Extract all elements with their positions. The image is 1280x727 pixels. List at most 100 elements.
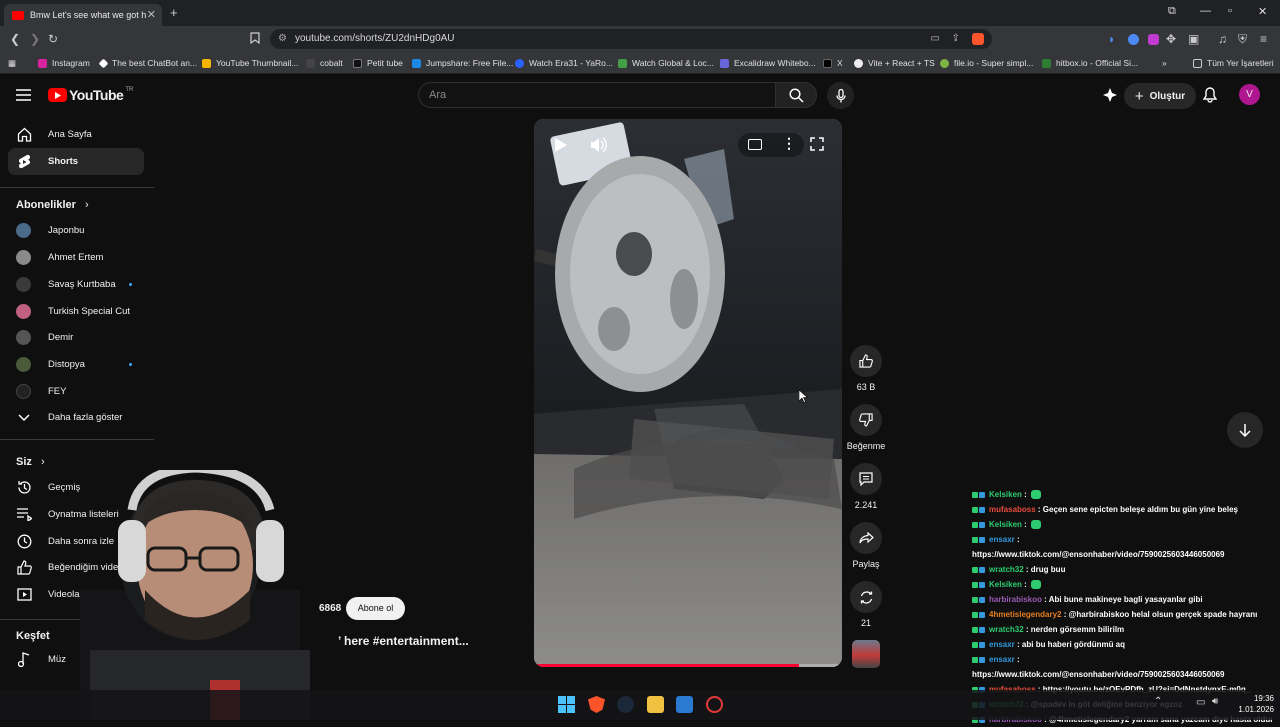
- chat-username[interactable]: Kelsiken: [989, 490, 1022, 499]
- extension-2-icon[interactable]: [1148, 34, 1159, 45]
- bookmark-item[interactable]: file.io - Super simpl...: [940, 58, 1033, 68]
- extensions-puzzle-icon[interactable]: ✥: [1166, 32, 1176, 46]
- more-bookmarks-icon[interactable]: »: [1162, 58, 1167, 68]
- back-button[interactable]: ❮: [10, 32, 20, 46]
- translate-icon[interactable]: ◗: [1108, 32, 1115, 46]
- brave-shield-icon[interactable]: [972, 33, 984, 45]
- extension-1-icon[interactable]: [1128, 34, 1139, 45]
- sidebar-item-japonbu[interactable]: Japonbu: [8, 217, 144, 244]
- share-button[interactable]: [850, 522, 882, 554]
- captions-button[interactable]: ⋮: [738, 133, 804, 157]
- all-bookmarks[interactable]: Tüm Yer İşaretleri: [1193, 58, 1274, 68]
- bookmark-icon[interactable]: [250, 32, 260, 47]
- sidebar-item-demir[interactable]: Demir: [8, 324, 144, 351]
- comments-button[interactable]: [850, 463, 882, 495]
- media-icon[interactable]: ♫: [1218, 32, 1227, 46]
- close-tab-icon[interactable]: ✕: [147, 8, 156, 21]
- create-label: Oluştur: [1149, 90, 1186, 102]
- sidebar-item-label: Ana Sayfa: [48, 129, 92, 140]
- vpn-shield-icon[interactable]: ⛨: [1238, 32, 1247, 47]
- file-explorer-icon[interactable]: [647, 696, 664, 713]
- bookmark-item[interactable]: hitbox.io - Official Si...: [1042, 58, 1138, 68]
- dislike-button[interactable]: [850, 404, 882, 436]
- bookmark-item[interactable]: Vite + React + TS: [854, 58, 935, 68]
- bookmark-item[interactable]: cobalt: [306, 58, 343, 68]
- menu-icon[interactable]: [16, 88, 31, 106]
- youtube-logo[interactable]: YouTube TR: [48, 87, 133, 103]
- chat-username[interactable]: Kelsiken: [989, 580, 1022, 589]
- sidebar-item-distopya[interactable]: Distopya: [8, 351, 144, 378]
- volume-button[interactable]: [590, 137, 607, 158]
- play-button[interactable]: [554, 137, 568, 158]
- extensions-icon[interactable]: ⧉: [1168, 5, 1176, 18]
- fullscreen-button[interactable]: [810, 137, 824, 156]
- remix-button[interactable]: [850, 581, 882, 613]
- progress-bar-track[interactable]: [534, 664, 842, 667]
- chat-username[interactable]: wratch32: [989, 625, 1024, 634]
- voice-search-button[interactable]: [827, 82, 854, 109]
- bookmark-item[interactable]: The best ChatBot an...: [98, 58, 197, 68]
- home-icon: [16, 127, 32, 143]
- chat-username[interactable]: harbirabiskoo: [989, 595, 1042, 604]
- minimize-button[interactable]: —: [1200, 5, 1211, 17]
- chat-username[interactable]: ensaxr: [989, 640, 1015, 649]
- menu-icon[interactable]: ≡: [1260, 32, 1267, 46]
- store-icon[interactable]: [676, 696, 693, 713]
- bookmark-item[interactable]: Watch Global & Loc...: [618, 58, 714, 68]
- search-input[interactable]: Ara: [418, 82, 776, 108]
- brave-icon[interactable]: [588, 696, 605, 713]
- next-short-button[interactable]: [1227, 412, 1263, 448]
- sidebar-item-savas-kurtbaba[interactable]: Savaş Kurtbaba: [8, 271, 144, 298]
- short-video-player[interactable]: ⋮: [534, 119, 842, 667]
- sidebar-icon[interactable]: ▣: [1188, 32, 1199, 46]
- notifications-icon[interactable]: [1202, 87, 1218, 108]
- bookmark-item[interactable]: Watch Era31 - YaRo...: [515, 58, 613, 68]
- new-tab-button[interactable]: +: [170, 5, 178, 20]
- subscriptions-heading[interactable]: Abonelikler ›: [16, 199, 89, 211]
- apps-icon[interactable]: ▦: [8, 58, 16, 69]
- chat-username[interactable]: ensaxr: [989, 535, 1015, 544]
- like-button[interactable]: [850, 345, 882, 377]
- tray-chevron-icon[interactable]: ⌃: [1154, 696, 1162, 707]
- reload-button[interactable]: ↻: [48, 32, 58, 46]
- windows-start-icon[interactable]: [558, 696, 575, 713]
- browser-tab[interactable]: Bmw Let's see what we got h ✕: [4, 4, 162, 26]
- search-button[interactable]: [775, 82, 817, 108]
- cast-icon[interactable]: ▭: [931, 29, 940, 49]
- address-bar[interactable]: ⚙ youtube.com/shorts/ZU2dnHDg0AU ▭ ⇪: [270, 29, 992, 49]
- forward-button[interactable]: ❯: [30, 32, 40, 46]
- bookmark-item[interactable]: Instagram: [38, 58, 90, 68]
- chat-username[interactable]: 4hmetislegendary2: [989, 610, 1061, 619]
- chat-username[interactable]: mufasaboss: [989, 505, 1036, 514]
- bookmark-item[interactable]: Jumpshare: Free File...: [412, 58, 513, 68]
- bookmark-item[interactable]: Excalidraw Whitebo...: [720, 58, 816, 68]
- create-button[interactable]: + Oluştur: [1124, 83, 1196, 109]
- channel-avatar: [16, 250, 31, 265]
- show-more-button[interactable]: Daha fazla göster: [8, 404, 144, 431]
- speaker-icon[interactable]: 🔊︎: [1212, 696, 1218, 707]
- avatar[interactable]: V: [1239, 84, 1260, 105]
- close-window-button[interactable]: ✕: [1258, 5, 1267, 18]
- sidebar-item-turkish-special-cut[interactable]: Turkish Special Cut: [8, 298, 144, 325]
- chat-username[interactable]: ensaxr: [989, 655, 1015, 664]
- bookmark-item[interactable]: X: [823, 58, 843, 68]
- bookmark-item[interactable]: YouTube Thumbnail...: [202, 58, 298, 68]
- chat-username[interactable]: wratch32: [989, 565, 1024, 574]
- you-heading[interactable]: Siz ›: [16, 456, 45, 468]
- audio-thumbnail[interactable]: [852, 640, 880, 668]
- gemini-icon[interactable]: [1102, 87, 1118, 108]
- obs-icon[interactable]: [706, 696, 723, 713]
- sidebar-item-home[interactable]: Ana Sayfa: [8, 121, 144, 148]
- chat-username[interactable]: Kelsiken: [989, 520, 1022, 529]
- sidebar-item-fey[interactable]: FEY: [8, 378, 144, 405]
- site-info-icon[interactable]: ⚙: [278, 29, 287, 49]
- divider: [0, 187, 154, 188]
- more-options-icon[interactable]: ⋮: [782, 135, 796, 152]
- sidebar-item-ahmet-ertem[interactable]: Ahmet Ertem: [8, 244, 144, 271]
- sidebar-item-shorts[interactable]: Shorts: [8, 148, 144, 175]
- share-icon[interactable]: ⇪: [952, 29, 960, 49]
- steam-icon[interactable]: [617, 696, 634, 713]
- bookmark-item[interactable]: Petit tube: [353, 58, 403, 68]
- maximize-button[interactable]: ▫: [1228, 5, 1232, 17]
- subscribe-button[interactable]: Abone ol: [346, 597, 405, 620]
